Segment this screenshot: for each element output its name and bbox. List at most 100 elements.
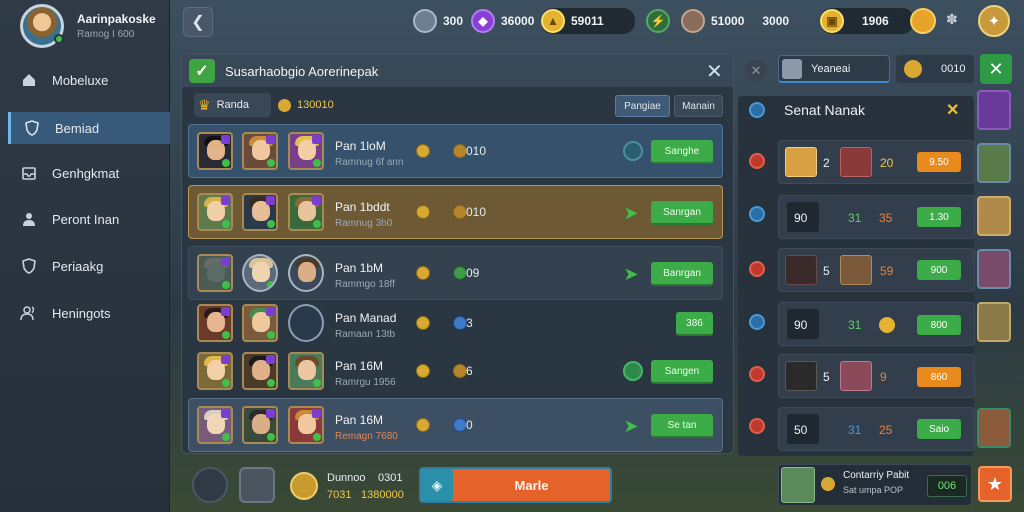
battle-icon[interactable]: ✦ (978, 5, 1010, 37)
match-row[interactable]: Pan 1bddt Ramnug 3h0 010 ➤ Sanrgan (188, 185, 723, 239)
hero-thumbnail[interactable] (977, 408, 1011, 448)
hero-thumbnail[interactable] (977, 302, 1011, 342)
info-icon (749, 102, 765, 118)
row-value: 3 (466, 316, 473, 330)
rank-marker-icon (749, 206, 765, 222)
row-b: 59 (880, 264, 894, 278)
resource-chests[interactable]: ▣ 1906 (820, 8, 914, 34)
row-action-button[interactable]: Sanrgan (651, 201, 713, 225)
star-icon[interactable]: ★ (978, 466, 1012, 502)
shield-icon (623, 141, 643, 161)
tab-manain[interactable]: Manain (674, 95, 723, 117)
hero-portrait (785, 255, 817, 285)
row-value: 010 (466, 205, 487, 219)
back-button[interactable]: ❮ (183, 7, 213, 37)
hero-portrait (840, 361, 872, 391)
match-row[interactable]: Pan 16M Remagn 7680 0 ➤ Se tan (188, 398, 723, 452)
chest-icon[interactable] (239, 467, 275, 503)
reward-title: Contarriy Pabit (843, 470, 910, 481)
coin-chip: 130010 (278, 93, 358, 117)
hero-portrait (197, 352, 233, 390)
people-icon (20, 304, 38, 322)
hero-portrait (197, 132, 233, 170)
hero-portrait (288, 132, 324, 170)
row-b: 9 (880, 370, 887, 384)
resource-energy: ⚡ (646, 8, 670, 34)
standings-pill[interactable]: 9.50 (917, 152, 961, 172)
hero-thumbnail[interactable] (977, 143, 1011, 183)
panel-title: Susarhaobgio Aorerinepak (225, 64, 379, 79)
coin-icon (453, 205, 467, 219)
standings-title: Senat Nanak (784, 102, 865, 118)
rank-marker-icon (749, 153, 765, 169)
bottom-stat-value: 1380000 (361, 489, 404, 501)
gold-icon: ▲ (541, 9, 565, 33)
trophy-icon: ♛ (198, 96, 211, 113)
resource-gems: ◆ 36000 (471, 8, 534, 34)
match-row[interactable]: Pan 1loM Ramnug 6f ann 010 Sanghe (188, 124, 723, 178)
close-icon[interactable]: ✕ (706, 59, 723, 84)
tab-yeaneai[interactable]: Yeaneai (778, 55, 890, 83)
sidebar-item-peront-inan[interactable]: Peront Inan (8, 203, 170, 235)
row-subtitle: Ramnug 6f ann (335, 157, 404, 168)
match-row[interactable]: Pan Manad Ramaan 13tb 3 386 (188, 296, 723, 350)
online-status-icon (54, 34, 64, 44)
sidebar-item-periaakg[interactable]: Periaakg (8, 250, 170, 282)
sidebar-item-label: Periaakg (52, 258, 104, 274)
row-action-button[interactable]: Sanghe (651, 140, 713, 164)
hero-portrait (197, 254, 233, 292)
hero-portrait (242, 254, 278, 292)
settings-icon[interactable]: ✽ (946, 11, 958, 28)
close-icon[interactable]: ✕ (980, 54, 1012, 84)
row-subtitle: Ramaan 13tb (335, 329, 396, 340)
row-action-button[interactable]: 386 (676, 312, 713, 336)
sidebar-item-heningots[interactable]: Heningots (8, 297, 170, 329)
sidebar-item-mobeluxe[interactable]: Mobeluxe (8, 64, 170, 96)
standings-pill[interactable]: 800 (917, 315, 961, 335)
row-action-button[interactable]: Sangen (651, 360, 713, 384)
row-b: 20 (880, 156, 894, 170)
bottom-name: Dunnoo (327, 472, 366, 484)
hero-portrait (288, 193, 324, 231)
resource-gold[interactable]: ▲ 59011 (541, 8, 635, 34)
coin-value: 0010 (941, 63, 966, 75)
hero-thumbnail[interactable] (977, 196, 1011, 236)
close-icon[interactable]: ✕ (745, 60, 767, 82)
rank-marker-icon (749, 418, 765, 434)
match-button[interactable]: ◈ Marle (419, 467, 612, 503)
avatar-icon (413, 9, 437, 33)
standings-pill[interactable]: Saio (917, 419, 961, 439)
gem-icon (453, 266, 467, 280)
energy-icon: ⚡ (646, 9, 670, 33)
tab-pangiae[interactable]: Pangiae (615, 95, 670, 117)
standings-pill[interactable]: 860 (917, 367, 961, 387)
standings-pill[interactable]: 1.30 (917, 207, 961, 227)
hero-portrait (781, 467, 815, 503)
match-row[interactable]: Pan 1bM Rammgo 18ff 09 ➤ Banrgan (188, 246, 723, 300)
match-row[interactable]: Pan 16M Ramrgu 1956 6 Sangen (188, 344, 723, 398)
player-profile[interactable]: Aarinpakoske Ramog I 600 (20, 4, 170, 48)
sidebar-item-label: Mobeluxe (52, 72, 109, 88)
row-action-button[interactable]: Se tan (651, 414, 713, 438)
gem-icon: ◆ (471, 9, 495, 33)
home-icon (20, 71, 38, 89)
row-title: Pan 1loM (335, 139, 386, 153)
row-action-button[interactable]: Banrgan (651, 262, 713, 286)
hero-portrait (785, 361, 817, 391)
reward-card[interactable]: Contarriy Pabit Sat umpa POP 006 (778, 464, 972, 506)
standings-pill[interactable]: 900 (917, 260, 961, 280)
arrow-right-icon: ➤ (623, 415, 639, 436)
coin-icon (904, 60, 922, 78)
hero-thumbnail[interactable] (977, 249, 1011, 289)
player-rank: Ramog I 600 (77, 29, 135, 40)
coin-icon[interactable] (910, 8, 936, 34)
close-icon[interactable]: ✕ (946, 100, 959, 120)
hero-thumbnail[interactable] (977, 90, 1011, 130)
emblem-icon[interactable] (192, 467, 228, 503)
sidebar-item-bemiad[interactable]: Bemiad (8, 112, 170, 144)
coin-icon (416, 418, 430, 432)
hero-portrait (242, 352, 278, 390)
rank-marker-icon (749, 261, 765, 277)
reward-value: 006 (927, 475, 967, 497)
sidebar-item-genhgkmat[interactable]: Genhgkmat (8, 157, 170, 189)
